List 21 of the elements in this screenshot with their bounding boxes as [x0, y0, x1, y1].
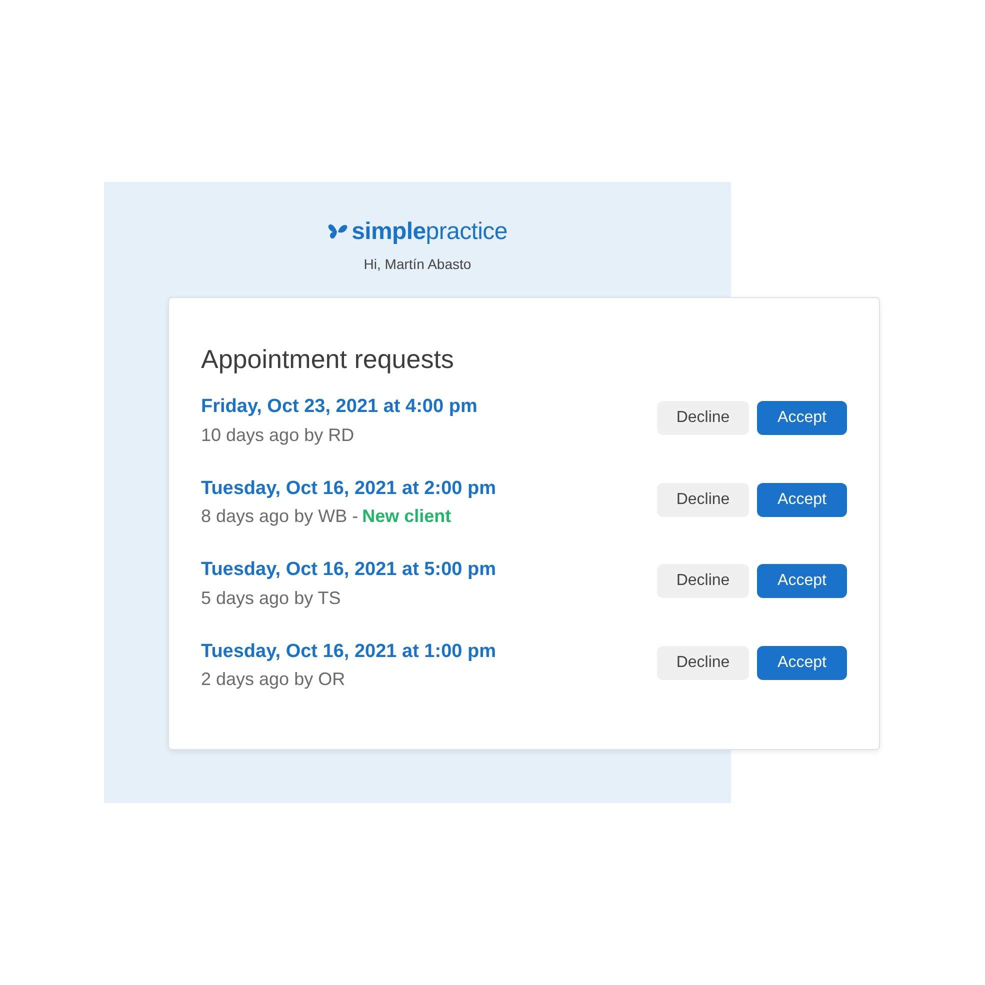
butterfly-logo-icon — [328, 223, 348, 241]
new-client-label: New client — [362, 505, 452, 528]
request-info: 2 days ago by OR — [201, 668, 346, 692]
appointment-time-link[interactable]: Tuesday, Oct 16, 2021 at 5:00 pm — [201, 556, 496, 585]
decline-button[interactable]: Decline — [657, 401, 749, 436]
decline-button[interactable]: Decline — [657, 564, 749, 598]
request-info: 10 days ago by RD — [201, 424, 354, 447]
accept-button[interactable]: Accept — [757, 646, 847, 680]
appointment-time-link[interactable]: Tuesday, Oct 16, 2021 at 1:00 pm — [201, 638, 496, 666]
accept-button[interactable]: Accept — [757, 564, 847, 598]
decline-button[interactable]: Decline — [657, 646, 749, 680]
decline-button[interactable]: Decline — [657, 482, 749, 517]
accept-button[interactable]: Accept — [757, 482, 847, 517]
brand-logo: simplepractice — [352, 217, 508, 247]
request-info: 8 days ago by WB - — [201, 505, 358, 528]
appointment-time-link[interactable]: Tuesday, Oct 16, 2021 at 2:00 pm — [201, 474, 496, 504]
greeting: Hi, Martín Abasto — [364, 255, 472, 274]
card-title: Appointment requests — [201, 344, 455, 376]
request-info: 5 days ago by TS — [201, 586, 341, 610]
accept-button[interactable]: Accept — [757, 401, 847, 436]
appointment-time-link[interactable]: Friday, Oct 23, 2021 at 4:00 pm — [201, 393, 478, 422]
